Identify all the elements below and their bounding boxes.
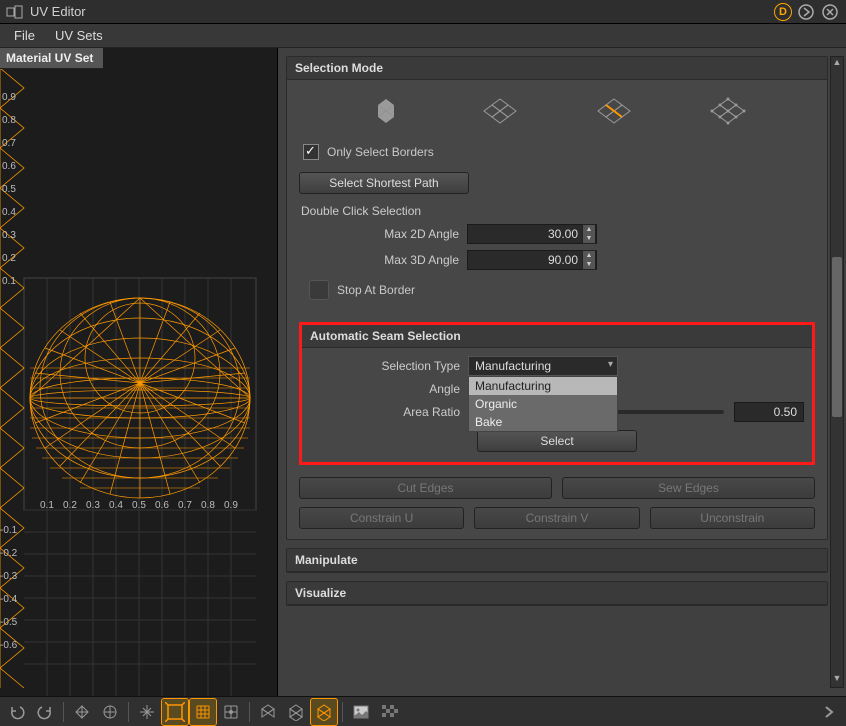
main-split: Material UV Set [0, 48, 846, 696]
grid-snap-icon[interactable] [218, 699, 244, 725]
constrain-u-button[interactable]: Constrain U [299, 507, 464, 529]
sew-edges-button[interactable]: Sew Edges [562, 477, 815, 499]
constrain-v-button[interactable]: Constrain V [474, 507, 639, 529]
app-icon [6, 3, 24, 21]
svg-text:0.8: 0.8 [201, 500, 215, 511]
svg-text:0.6: 0.6 [2, 161, 16, 172]
select-shortest-path-button[interactable]: Select Shortest Path [299, 172, 469, 194]
mode-edge-icon[interactable] [594, 96, 634, 126]
scroll-down-icon[interactable]: ▼ [831, 673, 843, 687]
mode-face-icon[interactable] [366, 96, 406, 126]
selection-type-label: Selection Type [310, 359, 468, 373]
close-button[interactable] [820, 2, 840, 22]
section-visualize: Visualize [286, 581, 828, 606]
menu-uvsets[interactable]: UV Sets [45, 25, 113, 46]
selection-type-combo[interactable]: Manufacturing Manufacturing Organic Bake [468, 356, 618, 376]
menubar: File UV Sets [0, 24, 846, 48]
svg-text:-0.3: -0.3 [0, 571, 18, 582]
bottom-toolbar [0, 696, 846, 726]
angle-label: Angle [310, 382, 468, 396]
svg-text:0.4: 0.4 [2, 207, 16, 218]
svg-text:0.3: 0.3 [86, 500, 100, 511]
stop-at-border-label: Stop At Border [337, 283, 415, 297]
svg-text:0.9: 0.9 [224, 500, 238, 511]
svg-text:0.5: 0.5 [2, 184, 16, 195]
relax-icon[interactable] [97, 699, 123, 725]
checker-icon[interactable] [376, 699, 402, 725]
svg-text:0.5: 0.5 [132, 500, 146, 511]
frame-selected-icon[interactable] [162, 699, 188, 725]
svg-text:0.1: 0.1 [40, 500, 54, 511]
scroll-up-icon[interactable]: ▲ [831, 57, 843, 71]
svg-text:-0.2: -0.2 [0, 548, 18, 559]
cut-edges-button[interactable]: Cut Edges [299, 477, 552, 499]
panel-scrollbar[interactable]: ▲ ▼ [830, 56, 844, 688]
grid-icon[interactable] [190, 699, 216, 725]
max-2d-angle-spinner[interactable]: ▲▼ [582, 224, 596, 244]
menu-file[interactable]: File [4, 25, 45, 46]
svg-text:-0.5: -0.5 [0, 617, 18, 628]
svg-text:0.3: 0.3 [2, 230, 16, 241]
area-ratio-label: Area Ratio [310, 405, 468, 419]
redo-icon[interactable] [32, 699, 58, 725]
double-click-heading: Double Click Selection [301, 204, 815, 218]
svg-text:0.7: 0.7 [2, 138, 16, 149]
only-select-borders-label: Only Select Borders [327, 145, 434, 159]
selection-mode-header[interactable]: Selection Mode [287, 57, 827, 80]
dock-button[interactable]: D [774, 3, 792, 21]
max-3d-angle-spinner[interactable]: ▲▼ [582, 250, 596, 270]
svg-text:0.1: 0.1 [2, 276, 16, 287]
forward-button[interactable] [796, 2, 816, 22]
auto-seam-select-button[interactable]: Select [477, 430, 637, 452]
unconstrain-button[interactable]: Unconstrain [650, 507, 815, 529]
snap-icon[interactable] [134, 699, 160, 725]
svg-text:0.2: 0.2 [63, 500, 77, 511]
svg-text:0.7: 0.7 [178, 500, 192, 511]
properties-pane: Selection Mode [278, 48, 846, 696]
max-2d-angle-label: Max 2D Angle [309, 227, 467, 241]
svg-text:-0.1: -0.1 [0, 525, 18, 536]
selection-type-value[interactable]: Manufacturing [468, 356, 618, 376]
svg-text:0.2: 0.2 [2, 253, 16, 264]
manipulate-header[interactable]: Manipulate [287, 549, 827, 572]
window-title: UV Editor [30, 4, 770, 19]
svg-text:0.9: 0.9 [2, 92, 16, 103]
uv-viewport-pane: Material UV Set [0, 48, 278, 696]
area-ratio-value[interactable] [734, 402, 804, 422]
mesh-b-icon[interactable] [283, 699, 309, 725]
section-manipulate: Manipulate [286, 548, 828, 573]
svg-text:0.6: 0.6 [155, 500, 169, 511]
uv-viewport[interactable]: 0.9 0.8 0.7 0.6 0.5 0.4 0.3 0.2 0.1 -0.1 -0.2 -0… [0, 48, 278, 696]
material-uvset-tab[interactable]: Material UV Set [0, 48, 103, 69]
selection-mode-icons [299, 90, 815, 140]
mode-wireframe-icon[interactable] [480, 96, 520, 126]
undo-icon[interactable] [4, 699, 30, 725]
unwrap-icon[interactable] [69, 699, 95, 725]
stop-at-border-checkbox[interactable] [309, 280, 329, 300]
option-bake[interactable]: Bake [469, 413, 617, 431]
only-select-borders-checkbox[interactable] [303, 144, 319, 160]
svg-text:-0.6: -0.6 [0, 640, 18, 651]
section-selection-mode: Selection Mode [286, 56, 828, 540]
mesh-c-icon[interactable] [311, 699, 337, 725]
max-2d-angle-input[interactable] [467, 224, 597, 244]
automatic-seam-header: Automatic Seam Selection [302, 325, 812, 348]
mode-vertex-icon[interactable] [708, 96, 748, 126]
titlebar: UV Editor D [0, 0, 846, 24]
option-organic[interactable]: Organic [469, 395, 617, 413]
expand-right-icon[interactable] [816, 699, 842, 725]
scroll-thumb[interactable] [832, 257, 842, 417]
mesh-a-icon[interactable] [255, 699, 281, 725]
max-3d-angle-input[interactable] [467, 250, 597, 270]
visualize-header[interactable]: Visualize [287, 582, 827, 605]
svg-text:0.4: 0.4 [109, 500, 123, 511]
option-manufacturing[interactable]: Manufacturing [469, 377, 617, 395]
image-icon[interactable] [348, 699, 374, 725]
automatic-seam-highlight: Automatic Seam Selection Selection Type … [299, 322, 815, 465]
svg-text:-0.4: -0.4 [0, 594, 18, 605]
selection-type-dropdown: Manufacturing Organic Bake [468, 376, 618, 432]
svg-text:0.8: 0.8 [2, 115, 16, 126]
max-3d-angle-label: Max 3D Angle [309, 253, 467, 267]
